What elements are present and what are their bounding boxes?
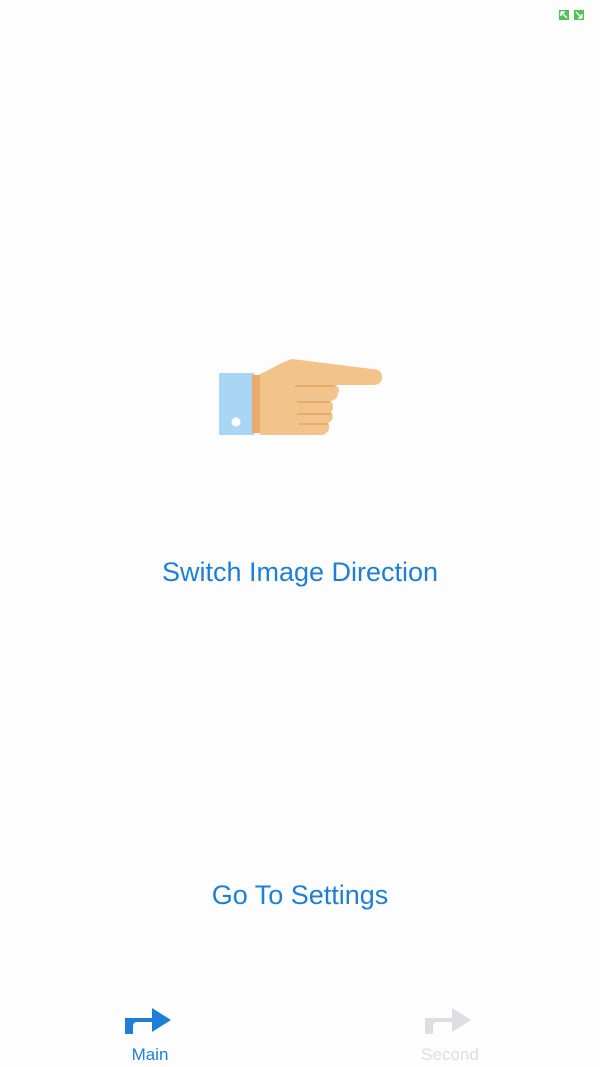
forward-arrow-icon [125, 1008, 171, 1035]
tab-bar: Main Second [0, 990, 600, 1067]
pointing-hand-image [217, 357, 383, 439]
tab-second[interactable]: Second [300, 990, 600, 1067]
resize-handle-icon [559, 10, 584, 20]
pointing-hand-right-icon [219, 359, 382, 435]
tab-main[interactable]: Main [0, 990, 300, 1067]
go-to-settings-button[interactable]: Go To Settings [0, 879, 600, 911]
tab-second-label: Second [421, 1045, 479, 1064]
switch-image-direction-button[interactable]: Switch Image Direction [0, 556, 600, 588]
status-bar-indicator [558, 8, 586, 22]
tab-main-label: Main [131, 1045, 169, 1064]
forward-arrow-icon [425, 1008, 471, 1035]
